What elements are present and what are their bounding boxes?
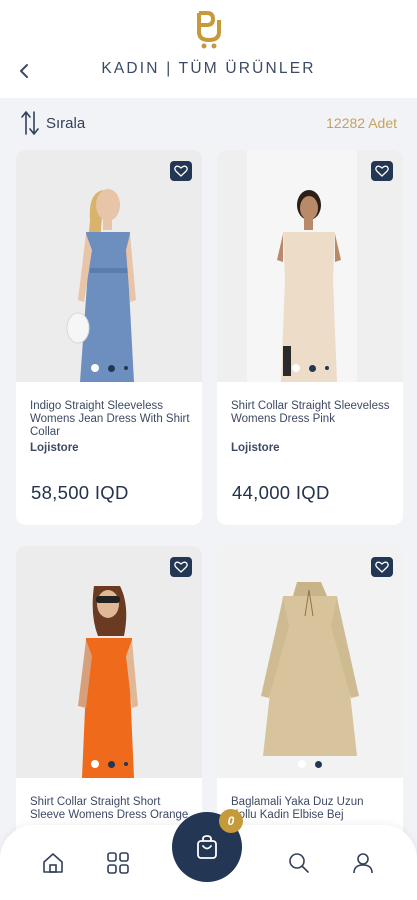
product-photo <box>16 546 202 778</box>
product-image[interactable] <box>16 150 202 382</box>
product-seller: Lojistore <box>231 442 280 454</box>
pager-dot[interactable] <box>298 760 306 768</box>
nav-categories[interactable] <box>106 851 130 875</box>
favorite-button[interactable] <box>371 161 393 181</box>
sort-arrows-icon <box>21 111 39 135</box>
pager-dot[interactable] <box>308 364 316 372</box>
brand-logo[interactable] <box>193 10 225 50</box>
sort-bar: Sırala 12282 Adet <box>0 98 417 150</box>
favorite-button[interactable] <box>170 161 192 181</box>
product-image[interactable] <box>217 546 403 778</box>
product-card[interactable]: Shirt Collar Straight Sleeveless Womens … <box>217 150 403 525</box>
pager-dot[interactable] <box>123 762 128 766</box>
product-photo <box>217 150 403 382</box>
product-info: Indigo Straight Sleeveless Womens Jean D… <box>16 382 202 525</box>
heart-icon <box>375 561 389 573</box>
heart-icon <box>174 561 188 573</box>
app-header: KADIN | TÜM ÜRÜNLER <box>0 0 417 98</box>
page-title: KADIN | TÜM ÜRÜNLER <box>101 60 316 77</box>
product-seller: Lojistore <box>30 442 79 454</box>
home-icon <box>43 853 63 873</box>
product-price: 58,500 IQD <box>31 482 129 503</box>
grid-icon <box>107 852 129 874</box>
sort-button[interactable]: Sırala <box>20 110 85 136</box>
heart-icon <box>174 165 188 177</box>
pager-dot[interactable] <box>107 760 115 768</box>
pager-dot[interactable] <box>123 366 128 370</box>
image-pager <box>217 364 403 372</box>
sort-label: Sırala <box>46 114 86 132</box>
search-icon <box>289 853 309 873</box>
product-image[interactable] <box>217 150 403 382</box>
product-price: 44,000 IQD <box>232 482 330 503</box>
nav-search[interactable] <box>287 851 311 875</box>
pager-dot[interactable] <box>315 760 322 768</box>
store-bag-logo-icon <box>197 11 221 49</box>
product-image[interactable] <box>16 546 202 778</box>
product-name: Shirt Collar Straight Sleeveless Womens … <box>231 400 390 425</box>
pager-dot[interactable] <box>291 364 300 372</box>
nav-profile[interactable] <box>351 851 375 875</box>
product-info: Shirt Collar Straight Sleeveless Womens … <box>217 382 403 525</box>
shopping-bag-icon <box>197 835 217 859</box>
heart-icon <box>375 165 389 177</box>
user-icon <box>353 853 373 874</box>
pager-dot[interactable] <box>324 366 329 370</box>
product-name: Indigo Straight Sleeveless Womens Jean D… <box>30 400 190 438</box>
nav-home[interactable] <box>41 851 65 875</box>
image-pager <box>217 760 403 768</box>
pager-dot[interactable] <box>90 364 99 372</box>
pager-dot[interactable] <box>107 364 115 372</box>
image-pager <box>16 364 202 372</box>
product-photo <box>16 150 202 382</box>
image-pager <box>16 760 202 768</box>
pager-dot[interactable] <box>90 760 99 768</box>
favorite-button[interactable] <box>170 557 192 577</box>
favorite-button[interactable] <box>371 557 393 577</box>
cart-count-badge: 0 <box>219 809 243 833</box>
product-card[interactable]: Indigo Straight Sleeveless Womens Jean D… <box>16 150 202 525</box>
product-photo <box>217 546 403 778</box>
product-count: 12282 Adet <box>326 115 397 131</box>
